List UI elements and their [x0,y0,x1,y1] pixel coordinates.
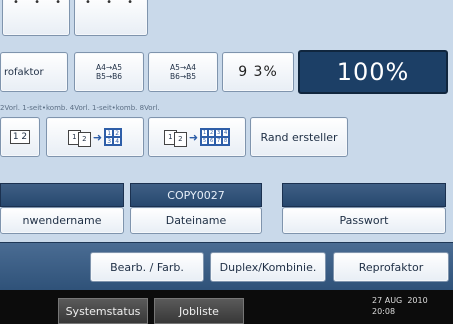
combine-8-button[interactable]: 12 ➜ 12345678 [148,117,246,157]
current-percent-label: 9 3% [238,64,278,80]
time-label: 20:08 [372,307,396,316]
top-row: • • • • • • [0,0,453,40]
combine-4-icon: 1234 [104,128,123,146]
reproduction-ratio-label: Reprofaktor [358,260,424,274]
create-margin-button[interactable]: Rand ersteller [250,117,348,157]
zoom-label: rofaktor [4,66,44,78]
date-time: 27 AUG 2010 20:08 [372,295,428,317]
reproduction-ratio-button[interactable]: Reprofaktor [333,252,449,282]
partial-combine-button[interactable]: 1 2 [0,117,40,157]
page-2-icon: 2 [77,131,91,147]
file-name-header: COPY0027 [130,183,262,207]
arrow-right-icon: ➜ [92,130,103,144]
user-name-label: nwendername [22,214,102,227]
system-status-button[interactable]: Systemstatus [58,298,148,324]
top-button-1[interactable]: • • • [2,0,70,36]
preset-a5-a4-button[interactable]: A5→A4 B6→B5 [148,52,218,92]
page-2-icon: 2 [173,131,187,147]
preset-line1: A4→A5 [95,63,123,72]
system-status-label: Systemstatus [65,304,141,318]
current-percent-button[interactable]: 9 3% [222,52,294,92]
create-margin-label: Rand ersteller [260,130,338,144]
arrow-right-icon: ➜ [188,130,199,144]
combine-hint: 2Vorl. 1-seit•komb. 4Vorl. 1-seit•komb. … [0,104,160,112]
file-name-label: Dateiname [165,214,227,227]
edit-color-label: Bearb. / Farb. [110,260,184,274]
dots-label: • • • [85,0,140,8]
top-button-2[interactable]: • • • [74,0,148,36]
password-button[interactable]: Passwort [282,207,446,234]
full-size-label: 100% [336,58,410,86]
preset-line1: A5→A4 [169,63,197,72]
preset-a4-a5-button[interactable]: A4→A5 B5→B6 [74,52,144,92]
edit-color-button[interactable]: Bearb. / Farb. [90,252,204,282]
file-name-value: COPY0027 [167,188,225,202]
file-name-button[interactable]: Dateiname [130,207,262,234]
preset-line2: B6→B5 [169,72,197,81]
combine-2-button[interactable]: 12 ➜ 1234 [46,117,144,157]
duplex-combine-label: Duplex/Kombinie. [219,260,317,274]
date-label: 27 AUG 2010 [372,296,428,305]
full-size-button[interactable]: 100% [298,50,448,94]
combine-8-icon: 12345678 [200,128,231,146]
dots-label: • • • [13,0,68,8]
partial-label: 1 2 [9,130,31,144]
job-list-button[interactable]: Jobliste [154,298,244,324]
zoom-button[interactable]: rofaktor [0,52,68,92]
user-name-button[interactable]: nwendername [0,207,124,234]
duplex-combine-button[interactable]: Duplex/Kombinie. [210,252,326,282]
password-header [282,183,446,207]
user-name-header [0,183,124,207]
job-list-label: Jobliste [179,304,219,318]
preset-line2: B5→B6 [95,72,123,81]
password-label: Passwort [339,214,389,227]
